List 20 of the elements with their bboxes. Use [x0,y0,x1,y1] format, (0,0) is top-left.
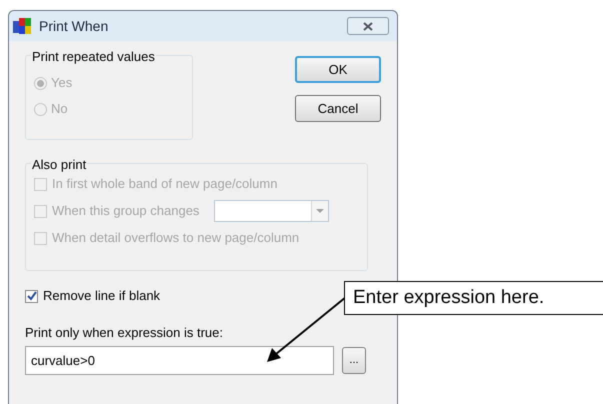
check-icon [26,291,36,301]
checkbox-label: Remove line if blank [43,287,160,306]
field-label: Print only when expression is true: [25,324,224,342]
close-icon [363,22,373,30]
group-dropdown[interactable] [214,200,330,222]
checkbox[interactable] [25,290,38,302]
close-button[interactable] [347,17,389,35]
expression-field[interactable]: curvalue>0 [25,346,334,374]
dialog-button[interactable]: OK [295,56,381,83]
window-title: Print When [39,16,108,36]
radio-label: No [51,100,68,118]
callout-text: Enter expression here. [353,286,544,310]
browse-button[interactable]: ... [342,346,366,374]
checkbox-label: When detail overflows to new page/column [52,229,300,248]
caret-icon [316,209,324,213]
checkbox-label: In first whole band of new page/column [52,175,278,194]
app-icon [13,17,33,35]
checkbox-label: When this group changes [52,202,200,220]
dialog-button[interactable]: Cancel [295,95,381,122]
radio-label: Yes [51,74,72,92]
